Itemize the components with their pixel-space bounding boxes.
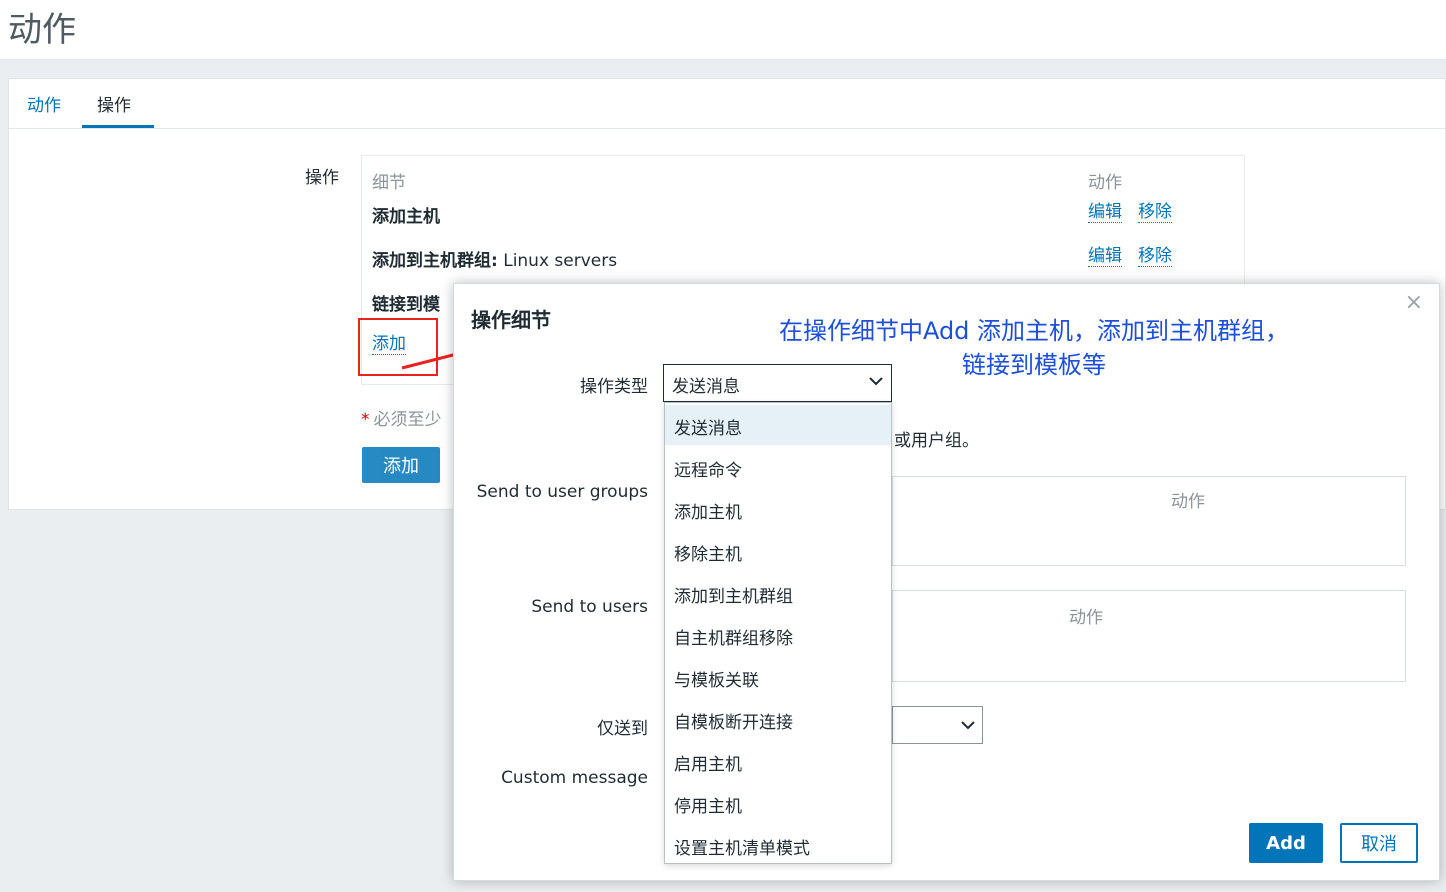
user-groups-action-header: 动作 bbox=[1171, 492, 1205, 512]
dropdown-option[interactable]: 移除主机 bbox=[665, 531, 891, 571]
tab-operations[interactable]: 操作 bbox=[97, 91, 131, 116]
operation-row-1-type: 添加主机 bbox=[372, 207, 440, 227]
operation-type-select[interactable]: 发送消息 bbox=[663, 364, 892, 402]
users-table: 动作 bbox=[892, 590, 1406, 682]
operation-details-dialog: 操作细节 × 在操作细节中Add 添加主机，添加到主机群组， 链接到模板等 操作… bbox=[453, 283, 1440, 881]
groups-hint-text: 或用户组。 bbox=[894, 431, 979, 451]
operations-label: 操作 bbox=[305, 168, 339, 188]
operation-type-value: 发送消息 bbox=[672, 377, 740, 397]
send-to-users-label: Send to users bbox=[531, 597, 648, 617]
operation-type-label: 操作类型 bbox=[580, 377, 648, 397]
user-groups-table: 动作 bbox=[892, 476, 1406, 566]
add-button[interactable]: 添加 bbox=[362, 447, 440, 483]
page-title: 动作 bbox=[8, 10, 76, 50]
users-action-header: 动作 bbox=[1069, 608, 1103, 628]
tab-bar: 动作 操作 bbox=[9, 79, 1445, 129]
active-tab-indicator bbox=[82, 125, 154, 128]
operation-row-2: 添加到主机群组: Linux servers bbox=[372, 246, 617, 271]
remove-link-1[interactable]: 移除 bbox=[1138, 202, 1172, 223]
operation-type-dropdown: 发送消息 远程命令 添加主机 移除主机 添加到主机群组 自主机群组移除 与模板关… bbox=[664, 402, 892, 864]
chevron-down-icon bbox=[961, 721, 975, 730]
edit-link-1[interactable]: 编辑 bbox=[1088, 202, 1122, 223]
dropdown-option[interactable]: 启用主机 bbox=[665, 741, 891, 781]
dropdown-option[interactable]: 添加主机 bbox=[665, 489, 891, 529]
operation-row-1: 添加主机 bbox=[372, 202, 440, 227]
required-note: * 必须至少 bbox=[361, 410, 442, 430]
dropdown-option[interactable]: 自模板断开连接 bbox=[665, 699, 891, 739]
dropdown-option[interactable]: 设置主机清单模式 bbox=[665, 825, 891, 865]
only-send-to-label: 仅送到 bbox=[597, 719, 648, 739]
tab-action[interactable]: 动作 bbox=[27, 91, 61, 116]
operation-row-2-detail: Linux servers bbox=[497, 251, 618, 271]
page-header: 动作 bbox=[0, 0, 1446, 60]
dropdown-option[interactable]: 自主机群组移除 bbox=[665, 615, 891, 655]
custom-message-label: Custom message bbox=[501, 768, 648, 788]
dropdown-option[interactable]: 与模板关联 bbox=[665, 657, 891, 697]
dropdown-option[interactable]: 远程命令 bbox=[665, 447, 891, 487]
only-send-to-select[interactable] bbox=[892, 706, 983, 744]
operation-row-3-type: 链接到模 bbox=[372, 295, 440, 315]
dropdown-option[interactable]: 停用主机 bbox=[665, 783, 891, 823]
dropdown-option[interactable]: 发送消息 bbox=[665, 405, 891, 445]
dialog-title: 操作细节 bbox=[471, 308, 551, 332]
dropdown-option[interactable]: 添加到主机群组 bbox=[665, 573, 891, 613]
details-header: 细节 bbox=[372, 173, 406, 193]
edit-link-2[interactable]: 编辑 bbox=[1088, 246, 1122, 267]
remove-link-2[interactable]: 移除 bbox=[1138, 246, 1172, 267]
operation-row-3: 链接到模 bbox=[372, 290, 440, 315]
operation-row-2-type: 添加到主机群组: bbox=[372, 251, 498, 271]
chevron-down-icon bbox=[869, 377, 883, 386]
close-icon[interactable]: × bbox=[1405, 290, 1423, 315]
send-to-user-groups-label: Send to user groups bbox=[476, 482, 648, 502]
dialog-cancel-button[interactable]: 取消 bbox=[1340, 823, 1418, 863]
dialog-add-button[interactable]: Add bbox=[1249, 823, 1323, 863]
annotation-line-1: 在操作细节中Add 添加主机，添加到主机群组， bbox=[778, 317, 1290, 345]
actions-header: 动作 bbox=[1088, 173, 1122, 193]
